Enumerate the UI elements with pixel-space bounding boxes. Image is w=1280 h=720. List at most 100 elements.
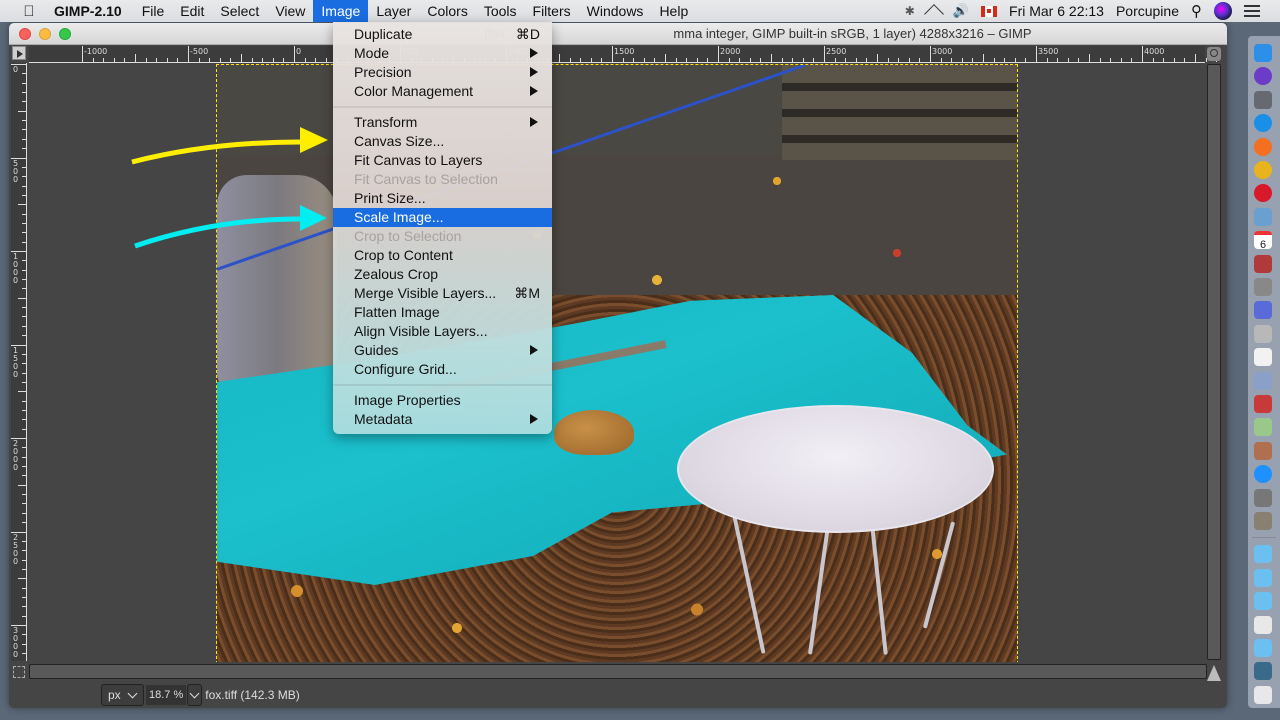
wifi-icon[interactable] — [923, 4, 944, 24]
chrome-icon[interactable] — [1254, 161, 1272, 179]
menu-tools[interactable]: Tools — [476, 0, 525, 22]
menu-view[interactable]: View — [267, 0, 313, 22]
calculator-icon[interactable] — [1254, 278, 1272, 296]
zoom-image-when-window-size-changes-icon[interactable] — [1207, 47, 1221, 61]
ruler-minor-tick — [898, 58, 900, 62]
folder-icon[interactable] — [1254, 568, 1272, 587]
photos-icon[interactable] — [1254, 441, 1272, 460]
menu-colors[interactable]: Colors — [419, 0, 475, 22]
menu-file[interactable]: File — [134, 0, 173, 22]
folder-icon[interactable] — [1254, 592, 1272, 611]
menu-item-label: Metadata — [354, 411, 413, 427]
gimp-icon[interactable] — [1254, 512, 1272, 530]
menu-filters[interactable]: Filters — [525, 0, 579, 22]
ruler-minor-tick — [22, 372, 26, 374]
user-name[interactable]: Porcupine — [1116, 3, 1179, 19]
menu-item-crop-to-content[interactable]: Crop to Content — [333, 246, 552, 265]
toggle-selection-icon[interactable] — [13, 666, 25, 678]
system-preferences-icon[interactable] — [1254, 488, 1272, 507]
photo-booth-icon[interactable] — [1254, 395, 1272, 413]
dictionary-icon[interactable] — [1254, 254, 1272, 273]
menu-item-label: Align Visible Layers... — [354, 323, 488, 339]
menu-item-label: Print Size... — [354, 190, 426, 206]
menu-select[interactable]: Select — [212, 0, 267, 22]
menu-layer[interactable]: Layer — [368, 0, 419, 22]
launchpad-icon[interactable] — [1254, 90, 1272, 109]
menu-item-transform[interactable]: Transform — [333, 113, 552, 132]
menu-separator — [333, 106, 552, 108]
zoom-input[interactable]: 18.7 % — [146, 685, 187, 705]
menu-windows[interactable]: Windows — [579, 0, 652, 22]
ruler-minor-tick — [654, 58, 656, 62]
status-menus: ✱ 🔊 Fri Mar 6 22:13 Porcupine ⚲ — [905, 0, 1280, 24]
ruler-minor-tick — [22, 428, 26, 430]
menu-item-metadata[interactable]: Metadata — [333, 410, 552, 429]
vertical-ruler[interactable]: 0 500 1000 1500 2000 2500 3000 — [11, 63, 27, 661]
unit-selector[interactable]: px — [101, 684, 144, 706]
notification-center-icon[interactable] — [1244, 5, 1260, 17]
ruler-minor-tick — [177, 58, 179, 62]
ruler-minor-tick — [22, 120, 26, 122]
app-store-icon[interactable] — [1254, 465, 1272, 484]
finder-icon[interactable] — [1254, 44, 1272, 62]
vertical-scrollbar-thumb[interactable] — [1207, 64, 1221, 660]
search-icon[interactable]: ⚲ — [1191, 2, 1202, 20]
clock[interactable]: Fri Mar 6 22:13 — [1009, 3, 1104, 19]
zoom-dropdown[interactable] — [187, 684, 203, 706]
ruler-minor-tick — [22, 456, 26, 458]
volume-icon[interactable]: 🔊 — [953, 3, 969, 19]
menu-item-label: Canvas Size... — [354, 133, 445, 149]
menu-item-image-properties[interactable]: Image Properties — [333, 391, 552, 410]
menu-item-color-management[interactable]: Color Management — [333, 82, 552, 101]
screenshot-icon[interactable] — [1254, 324, 1272, 343]
menu-item-align-visible-layers[interactable]: Align Visible Layers... — [333, 322, 552, 341]
quick-mask-menu-button[interactable] — [12, 46, 26, 60]
menu-item-scale-image[interactable]: Scale Image... — [333, 208, 552, 227]
bluetooth-icon[interactable]: ✱ — [905, 4, 915, 18]
preview-icon[interactable] — [1254, 371, 1272, 390]
menu-item-fit-canvas-to-layers[interactable]: Fit Canvas to Layers — [333, 151, 552, 170]
opera-icon[interactable] — [1254, 184, 1272, 203]
menu-image[interactable]: Image — [313, 0, 369, 22]
folder-icon[interactable] — [1254, 639, 1272, 657]
menu-edit[interactable]: Edit — [172, 0, 212, 22]
app-menu[interactable]: GIMP-2.10 — [54, 0, 130, 22]
siri-icon[interactable] — [1254, 67, 1272, 86]
horizontal-scrollbar[interactable] — [29, 664, 1207, 679]
ruler-minor-tick — [601, 58, 603, 62]
ruler-minor-tick — [696, 58, 698, 62]
horizontal-ruler[interactable]: -1000-5000500100015002000250030003500400… — [29, 46, 1227, 63]
window-titlebar[interactable]: [foxmma integer, GIMP built-in sRGB, 1 l… — [9, 23, 1227, 45]
safari-icon[interactable] — [1254, 114, 1272, 133]
canadian-flag-icon[interactable] — [981, 5, 998, 17]
firefox-icon[interactable] — [1254, 137, 1272, 156]
navigate-image-icon[interactable] — [1207, 665, 1221, 681]
mail-icon[interactable] — [1254, 207, 1272, 226]
image-canvas[interactable] — [29, 64, 1207, 662]
menu-help[interactable]: Help — [651, 0, 696, 22]
apple-logo-icon[interactable]:  — [20, 3, 38, 20]
image-icon[interactable] — [1254, 662, 1272, 681]
menu-item-guides[interactable]: Guides — [333, 341, 552, 360]
maps-icon[interactable] — [1254, 418, 1272, 437]
ruler-label: 2500 — [12, 532, 19, 566]
bbedit-icon[interactable] — [1254, 301, 1272, 320]
siri-icon[interactable] — [1214, 2, 1232, 20]
menu-item-merge-visible-layers[interactable]: Merge Visible Layers... ⌘M — [333, 284, 552, 303]
menu-item-flatten-image[interactable]: Flatten Image — [333, 303, 552, 322]
menu-item-configure-grid[interactable]: Configure Grid... — [333, 360, 552, 379]
folder-icon[interactable] — [1254, 545, 1272, 564]
menu-item-zealous-crop[interactable]: Zealous Crop — [333, 265, 552, 284]
menu-item-duplicate[interactable]: Duplicate ⌘D — [333, 25, 552, 44]
ruler-minor-tick — [145, 58, 147, 62]
textedit-icon[interactable] — [1254, 348, 1272, 367]
menu-item-precision[interactable]: Precision — [333, 63, 552, 82]
trash-icon[interactable] — [1254, 685, 1272, 704]
calendar-icon[interactable]: 6 — [1254, 231, 1272, 251]
vertical-scrollbar[interactable] — [1207, 64, 1221, 662]
ruler-minor-tick — [1014, 58, 1016, 62]
menu-item-print-size[interactable]: Print Size... — [333, 189, 552, 208]
menu-item-canvas-size[interactable]: Canvas Size... — [333, 132, 552, 151]
document-icon[interactable] — [1254, 615, 1272, 634]
menu-item-mode[interactable]: Mode — [333, 44, 552, 63]
